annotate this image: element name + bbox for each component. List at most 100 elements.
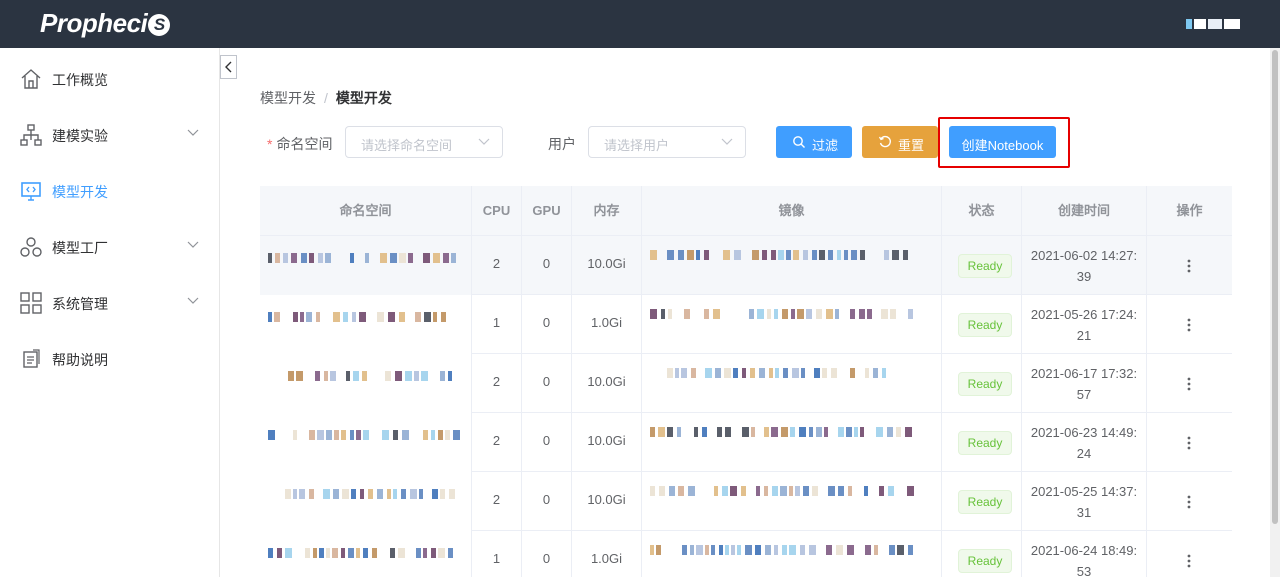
sidebar-item-label: 模型工厂 bbox=[52, 240, 108, 256]
redacted-pixel bbox=[440, 489, 445, 499]
status-badge: Ready bbox=[958, 431, 1012, 455]
cell-memory: 1.0Gi bbox=[572, 295, 642, 354]
redacted-pixel bbox=[667, 427, 673, 437]
redacted-pixel bbox=[741, 486, 746, 496]
app-logo[interactable]: Propheci S bbox=[40, 8, 171, 39]
redacted-pixel bbox=[451, 253, 456, 263]
redacted-pixel bbox=[275, 253, 280, 263]
redacted-pixel bbox=[854, 427, 858, 437]
redacted-pixel bbox=[341, 548, 345, 558]
redacted-pixel bbox=[742, 368, 746, 378]
sidebar-item-overview[interactable]: 工作概览 bbox=[0, 50, 219, 106]
user-select[interactable]: 请选择用户 bbox=[588, 126, 746, 158]
redacted-pixel bbox=[360, 489, 364, 499]
redacted-pixel bbox=[890, 309, 896, 319]
cell-image bbox=[642, 413, 942, 472]
status-badge: Ready bbox=[958, 254, 1012, 278]
table-row[interactable]: 2 0 10.0Gi Ready 2021-05-25 14:37: 31 bbox=[260, 472, 1232, 531]
more-vertical-icon[interactable] bbox=[1185, 258, 1193, 274]
redacted-pixel bbox=[362, 371, 367, 381]
redacted-pixel bbox=[421, 371, 428, 381]
redacted-pixel bbox=[353, 371, 359, 381]
redacted-pixel bbox=[704, 309, 709, 319]
cluster-icon bbox=[20, 237, 42, 257]
table-row[interactable]: 2 0 10.0Gi Ready 2021-06-02 14:27: 39 bbox=[260, 236, 1232, 295]
redacted-pixel bbox=[793, 250, 799, 260]
redacted-pixel bbox=[268, 548, 273, 558]
cell-gpu-value: 0 bbox=[542, 551, 551, 566]
table-row[interactable]: 2 0 10.0Gi Ready 2021-06-23 14:49: 24 bbox=[260, 413, 1232, 472]
page-scrollbar[interactable] bbox=[1270, 48, 1280, 577]
redacted-pixel bbox=[723, 250, 730, 260]
table-row[interactable]: 2 0 10.0Gi Ready 2021-06-17 17:32: 57 bbox=[260, 354, 1232, 413]
redacted-pixel bbox=[675, 368, 679, 378]
cell-memory-value: 10.0Gi bbox=[587, 492, 626, 507]
redacted-pixel bbox=[828, 250, 833, 260]
redacted-pixel bbox=[826, 309, 833, 319]
breadcrumb-parent[interactable]: 模型开发 bbox=[260, 90, 316, 106]
cell-memory-value: 10.0Gi bbox=[587, 256, 626, 271]
redacted-pixel bbox=[326, 548, 330, 558]
sidebar-collapse-button[interactable] bbox=[220, 55, 237, 79]
namespace-select[interactable]: 请选择命名空间 bbox=[345, 126, 503, 158]
scrollbar-thumb[interactable] bbox=[1272, 50, 1278, 524]
table-row[interactable]: 1 0 1.0Gi Ready 2021-05-26 17:24: 21 bbox=[260, 295, 1232, 354]
more-vertical-icon[interactable] bbox=[1185, 494, 1193, 510]
redacted-pixel bbox=[350, 430, 354, 440]
cell-actions bbox=[1147, 472, 1232, 531]
redacted-pixel bbox=[789, 545, 796, 555]
redacted-pixel bbox=[319, 548, 324, 558]
redacted-pixel bbox=[306, 312, 312, 322]
redacted-pixel bbox=[356, 430, 361, 440]
redacted-pixel bbox=[432, 489, 438, 499]
cell-image bbox=[642, 295, 942, 354]
redacted-pixel bbox=[299, 489, 305, 499]
reset-button[interactable]: 重置 bbox=[862, 126, 938, 158]
cell-created-time: 2021-05-26 17:24: 21 bbox=[1022, 295, 1147, 354]
filter-button[interactable]: 过滤 bbox=[776, 126, 852, 158]
redacted-pixel bbox=[293, 430, 297, 440]
created-date: 2021-06-24 18:49: bbox=[1030, 543, 1138, 558]
redacted-pixel bbox=[865, 368, 869, 378]
status-badge: Ready bbox=[958, 372, 1012, 396]
more-vertical-icon[interactable] bbox=[1185, 435, 1193, 451]
more-vertical-icon[interactable] bbox=[1185, 317, 1193, 333]
sidebar-item-model-development[interactable]: 模型开发 bbox=[0, 162, 219, 218]
redacted-pixel bbox=[828, 486, 835, 496]
redacted-pixel bbox=[268, 312, 272, 322]
redacted-pixel bbox=[317, 430, 324, 440]
redacted-pixel bbox=[797, 309, 804, 319]
created-date: 2021-05-26 17:24: bbox=[1030, 307, 1138, 322]
sidebar-item-modeling-experiment[interactable]: 建模实验 bbox=[0, 106, 219, 162]
table-row[interactable]: 1 0 1.0Gi Ready 2021-06-24 18:49: 53 bbox=[260, 531, 1232, 577]
sidebar-item-label: 工作概览 bbox=[52, 72, 108, 88]
user-avatar-mark[interactable] bbox=[1186, 19, 1242, 29]
document-icon bbox=[23, 349, 40, 368]
redacted-pixel bbox=[399, 312, 405, 322]
cell-gpu: 0 bbox=[522, 295, 572, 354]
namespace-placeholder: 请选择命名空间 bbox=[361, 138, 453, 153]
redacted-pixel bbox=[749, 309, 754, 319]
redacted-pixel bbox=[714, 486, 718, 496]
more-vertical-icon[interactable] bbox=[1185, 376, 1193, 392]
redacted-pixel bbox=[812, 250, 817, 260]
redacted-pixel bbox=[881, 309, 888, 319]
redacted-pixel bbox=[876, 427, 883, 437]
redacted-pixel bbox=[781, 427, 788, 437]
chevron-down-icon bbox=[721, 138, 733, 145]
created-seconds: 31 bbox=[1076, 505, 1092, 520]
redacted-pixel bbox=[782, 545, 787, 555]
create-notebook-button[interactable]: 创建Notebook bbox=[949, 126, 1056, 158]
grid-icon bbox=[20, 292, 42, 314]
created-seconds: 21 bbox=[1076, 328, 1092, 343]
more-vertical-icon[interactable] bbox=[1185, 553, 1193, 569]
column-header-status: 状态 bbox=[942, 186, 1022, 236]
sidebar-item-model-factory[interactable]: 模型工厂 bbox=[0, 218, 219, 274]
redacted-pixel bbox=[814, 368, 820, 378]
redacted-pixel bbox=[368, 489, 373, 499]
created-seconds: 39 bbox=[1076, 269, 1092, 284]
cell-gpu: 0 bbox=[522, 413, 572, 472]
redacted-pixel bbox=[395, 371, 402, 381]
sidebar-item-help[interactable]: 帮助说明 bbox=[0, 330, 219, 386]
sidebar-item-system-management[interactable]: 系统管理 bbox=[0, 274, 219, 330]
